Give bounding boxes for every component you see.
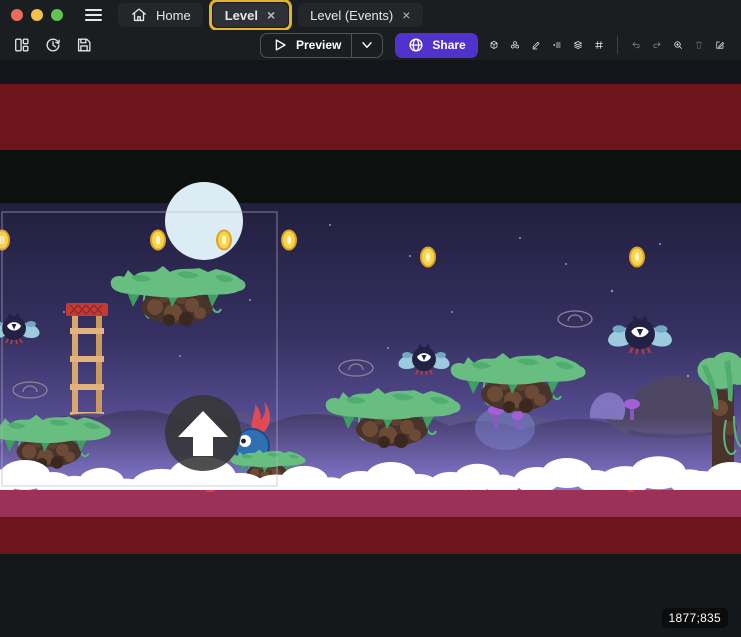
redo-icon[interactable] [649,37,665,53]
editor-background-bottom [0,554,741,637]
share-label: Share [432,38,465,52]
toolbar-separator [617,36,618,54]
share-button[interactable]: Share [395,33,477,58]
home-icon [130,6,148,24]
tab-level-events[interactable]: Level (Events) × [298,3,423,27]
dark-band [0,150,741,203]
tab-level[interactable]: Level × [213,3,288,27]
tab-label: Level (Events) [310,8,393,23]
top-red-bar[interactable] [0,84,741,150]
coin[interactable] [629,247,645,268]
zoom-in-icon[interactable] [670,37,686,53]
grid-icon[interactable] [591,37,607,53]
toolbar-left-group [13,36,93,54]
edit-events-icon[interactable] [712,37,728,53]
ground-red-bar[interactable] [0,517,741,554]
properties-icon[interactable] [549,37,565,53]
hamburger-menu-icon[interactable] [85,9,102,21]
close-tab-icon[interactable]: × [401,8,411,22]
ground-pink-bar[interactable] [0,490,741,517]
object-groups-icon[interactable] [507,37,523,53]
delete-icon[interactable] [691,37,707,53]
toolbar-right-group [486,36,728,54]
close-window-button[interactable] [11,9,23,21]
jump-button[interactable] [165,395,241,471]
app-window: Home Level × Level (Events) × [0,0,741,637]
tutorial-highlight-box: Level × [209,0,292,31]
tab-label: Level [225,8,258,23]
moon[interactable] [165,182,243,260]
tab-home[interactable]: Home [118,3,203,27]
cursor-coordinates: 1877;835 [662,608,728,628]
minimize-window-button[interactable] [31,9,43,21]
objects-icon[interactable] [486,37,502,53]
undo-icon[interactable] [628,37,644,53]
preview-label: Preview [296,38,341,52]
scene-render [0,60,741,637]
save-icon[interactable] [75,36,93,54]
layers-icon[interactable] [570,37,586,53]
coin[interactable] [281,230,297,251]
titlebar: Home Level × Level (Events) × [0,0,741,30]
globe-icon [407,36,425,54]
coin[interactable] [150,230,166,251]
close-tab-icon[interactable]: × [266,8,276,22]
tab-label: Home [156,8,191,23]
preview-dropdown-button[interactable] [351,34,382,57]
history-icon[interactable] [44,36,62,54]
scene-editor-canvas[interactable]: 1877;835 [0,60,741,637]
play-icon [271,36,289,54]
tab-bar: Home Level × Level (Events) × [118,0,423,31]
chevron-down-icon [358,36,376,54]
project-manager-icon[interactable] [13,36,31,54]
window-controls [11,9,63,21]
toolbar: Preview Share [0,30,741,60]
edit-scene-icon[interactable] [528,37,544,53]
maximize-window-button[interactable] [51,9,63,21]
coin[interactable] [420,247,436,268]
preview-button[interactable]: Preview [260,33,383,58]
coin[interactable] [216,230,232,251]
